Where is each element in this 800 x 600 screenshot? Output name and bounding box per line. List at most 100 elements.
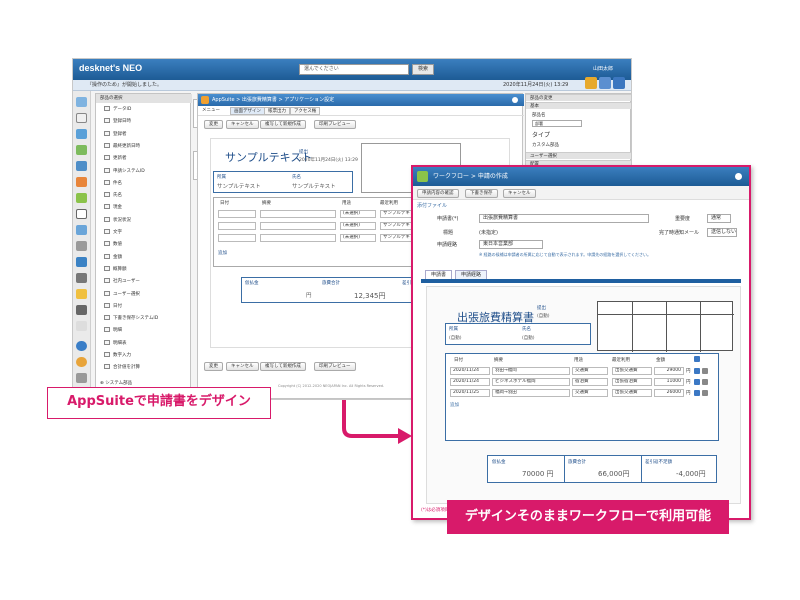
- delete-row-icon[interactable]: [702, 379, 708, 385]
- cabinet-icon[interactable]: [76, 305, 87, 315]
- part-item[interactable]: 概算額: [104, 265, 127, 274]
- tab-access[interactable]: アクセス権: [290, 107, 321, 115]
- detail-table[interactable]: 日付 摘要 用途 最近利用 (未選択) サンプルテキ (未選択) サンプルテキ (未選択…: [213, 197, 443, 267]
- row-date[interactable]: 2020/11/24: [450, 378, 490, 386]
- mail-rail-icon[interactable]: [76, 161, 87, 171]
- workflow-breadcrumb[interactable]: ワークフロー > 申請の作成: [433, 167, 508, 186]
- part-item[interactable]: 申請システムID: [104, 167, 145, 176]
- mail-icon[interactable]: [599, 77, 611, 89]
- note-icon[interactable]: [76, 225, 87, 235]
- part-item[interactable]: 金額: [104, 253, 122, 262]
- workflow-icon[interactable]: [76, 193, 87, 203]
- date-cell[interactable]: [218, 234, 256, 242]
- list-icon[interactable]: [76, 241, 87, 251]
- chat-icon[interactable]: [76, 177, 87, 187]
- part-item[interactable]: 現金: [104, 204, 122, 212]
- row-recent[interactable]: 出張交通費: [612, 389, 652, 397]
- summary-cell[interactable]: [260, 210, 336, 218]
- part-item[interactable]: 明細: [104, 327, 122, 335]
- use-select[interactable]: (未選択): [340, 234, 376, 242]
- row-use[interactable]: 交通費: [572, 367, 608, 375]
- cancel-button[interactable]: キャンセル: [503, 189, 536, 198]
- settings-icon[interactable]: [76, 373, 87, 383]
- tool-icon[interactable]: [76, 273, 87, 283]
- insert-row-icon[interactable]: [694, 368, 700, 374]
- part-item[interactable]: 明細表: [104, 339, 127, 348]
- insert-row-icon[interactable]: [694, 390, 700, 396]
- insert-row-icon[interactable]: [694, 379, 700, 385]
- part-item[interactable]: 件名: [104, 179, 122, 188]
- cancel-button[interactable]: キャンセル: [226, 120, 259, 129]
- part-item[interactable]: 状況状況: [104, 216, 131, 225]
- users-icon[interactable]: [76, 145, 87, 155]
- row-amount[interactable]: 29000: [654, 367, 684, 375]
- part-item[interactable]: 日付: [104, 302, 122, 311]
- change-button[interactable]: 変更: [204, 120, 223, 129]
- prop-group-user[interactable]: ユーザー選択: [526, 152, 631, 159]
- add-row-link[interactable]: 追加: [218, 250, 227, 256]
- delete-row-icon[interactable]: [702, 390, 708, 396]
- part-item[interactable]: 氏名: [104, 192, 122, 200]
- row-summary[interactable]: 福岡→羽田: [492, 389, 570, 397]
- date-cell[interactable]: [218, 210, 256, 218]
- confirm-request-button[interactable]: 申請内容の確認: [417, 189, 459, 198]
- calendar-icon[interactable]: [76, 113, 87, 123]
- row-date[interactable]: 2020/11/25: [450, 389, 490, 397]
- row-amount[interactable]: 26000: [654, 389, 684, 397]
- row-recent[interactable]: 出張宿泊費: [612, 378, 652, 386]
- search-select[interactable]: 選んでください: [299, 64, 409, 75]
- blank-icon[interactable]: [76, 321, 87, 331]
- date-cell[interactable]: [218, 222, 256, 230]
- help-icon[interactable]: [76, 341, 87, 351]
- add-row-link[interactable]: 追加: [450, 402, 459, 408]
- row-recent[interactable]: 出張交通費: [612, 367, 652, 375]
- part-item[interactable]: データID: [104, 106, 131, 114]
- appsuite-icon[interactable]: [76, 257, 87, 267]
- bottom-copy-button[interactable]: 複写して新規作成: [260, 362, 306, 371]
- part-item[interactable]: 合計値を計算: [104, 364, 140, 372]
- breadcrumb-text[interactable]: AppSuite > 出張旅費精算書 > アプリケーション設定: [212, 94, 334, 106]
- part-item[interactable]: 登録日時: [104, 118, 131, 126]
- info-icon[interactable]: [76, 129, 87, 139]
- priority-select[interactable]: 通常: [707, 214, 731, 223]
- use-select[interactable]: (未選択): [340, 210, 376, 218]
- form-select[interactable]: 出張旅費精算書: [479, 214, 649, 223]
- summary-cell[interactable]: [260, 234, 336, 242]
- user-name[interactable]: 山田太郎: [593, 65, 613, 72]
- tab-screen-design[interactable]: 画面デザイン: [230, 107, 265, 115]
- schedule-icon[interactable]: [613, 77, 625, 89]
- support-icon[interactable]: [76, 357, 87, 367]
- notice-text[interactable]: 『操作のため』が開始しました。: [87, 80, 162, 91]
- part-item[interactable]: 社内ユーザー: [104, 278, 140, 286]
- route-select[interactable]: 東日本営業部: [479, 240, 543, 249]
- attach-link[interactable]: 添付ファイル: [417, 202, 447, 210]
- folder-icon[interactable]: [76, 289, 87, 299]
- save-draft-button[interactable]: 下書き保存: [465, 189, 498, 198]
- prop-part-name-input[interactable]: 部署: [532, 120, 582, 127]
- prop-group-header[interactable]: 部品の変更: [526, 94, 631, 101]
- tab-route[interactable]: 申請経路: [455, 270, 488, 279]
- bottom-change-button[interactable]: 変更: [204, 362, 223, 371]
- gear-icon[interactable]: [512, 97, 518, 103]
- part-item[interactable]: 文字: [104, 229, 122, 237]
- mail-select[interactable]: 送信しない: [707, 228, 737, 237]
- copy-new-button[interactable]: 複写して新規作成: [260, 120, 306, 129]
- part-item[interactable]: 数値: [104, 241, 122, 249]
- gear-icon[interactable]: [735, 173, 742, 180]
- search-button[interactable]: 検索: [412, 64, 434, 75]
- row-use[interactable]: 宿泊費: [572, 378, 608, 386]
- print-preview-button[interactable]: 印刷プレビュー: [314, 120, 356, 129]
- prop-group-basic[interactable]: 基本: [526, 102, 631, 109]
- row-summary[interactable]: 羽田→福岡: [492, 367, 570, 375]
- portal-icon[interactable]: [76, 97, 87, 107]
- part-item[interactable]: 数字入力: [104, 352, 131, 360]
- row-date[interactable]: 2020/11/24: [450, 367, 490, 375]
- add-row-icon[interactable]: [694, 356, 700, 362]
- row-summary[interactable]: ビジネスホテル福岡: [492, 378, 570, 386]
- row-use[interactable]: 交通費: [572, 389, 608, 397]
- part-item[interactable]: 登録者: [104, 130, 127, 139]
- bottom-preview-button[interactable]: 印刷プレビュー: [314, 362, 356, 371]
- part-item[interactable]: 下書き保存システムID: [104, 315, 158, 323]
- summary-cell[interactable]: [260, 222, 336, 230]
- use-select[interactable]: (未選択): [340, 222, 376, 230]
